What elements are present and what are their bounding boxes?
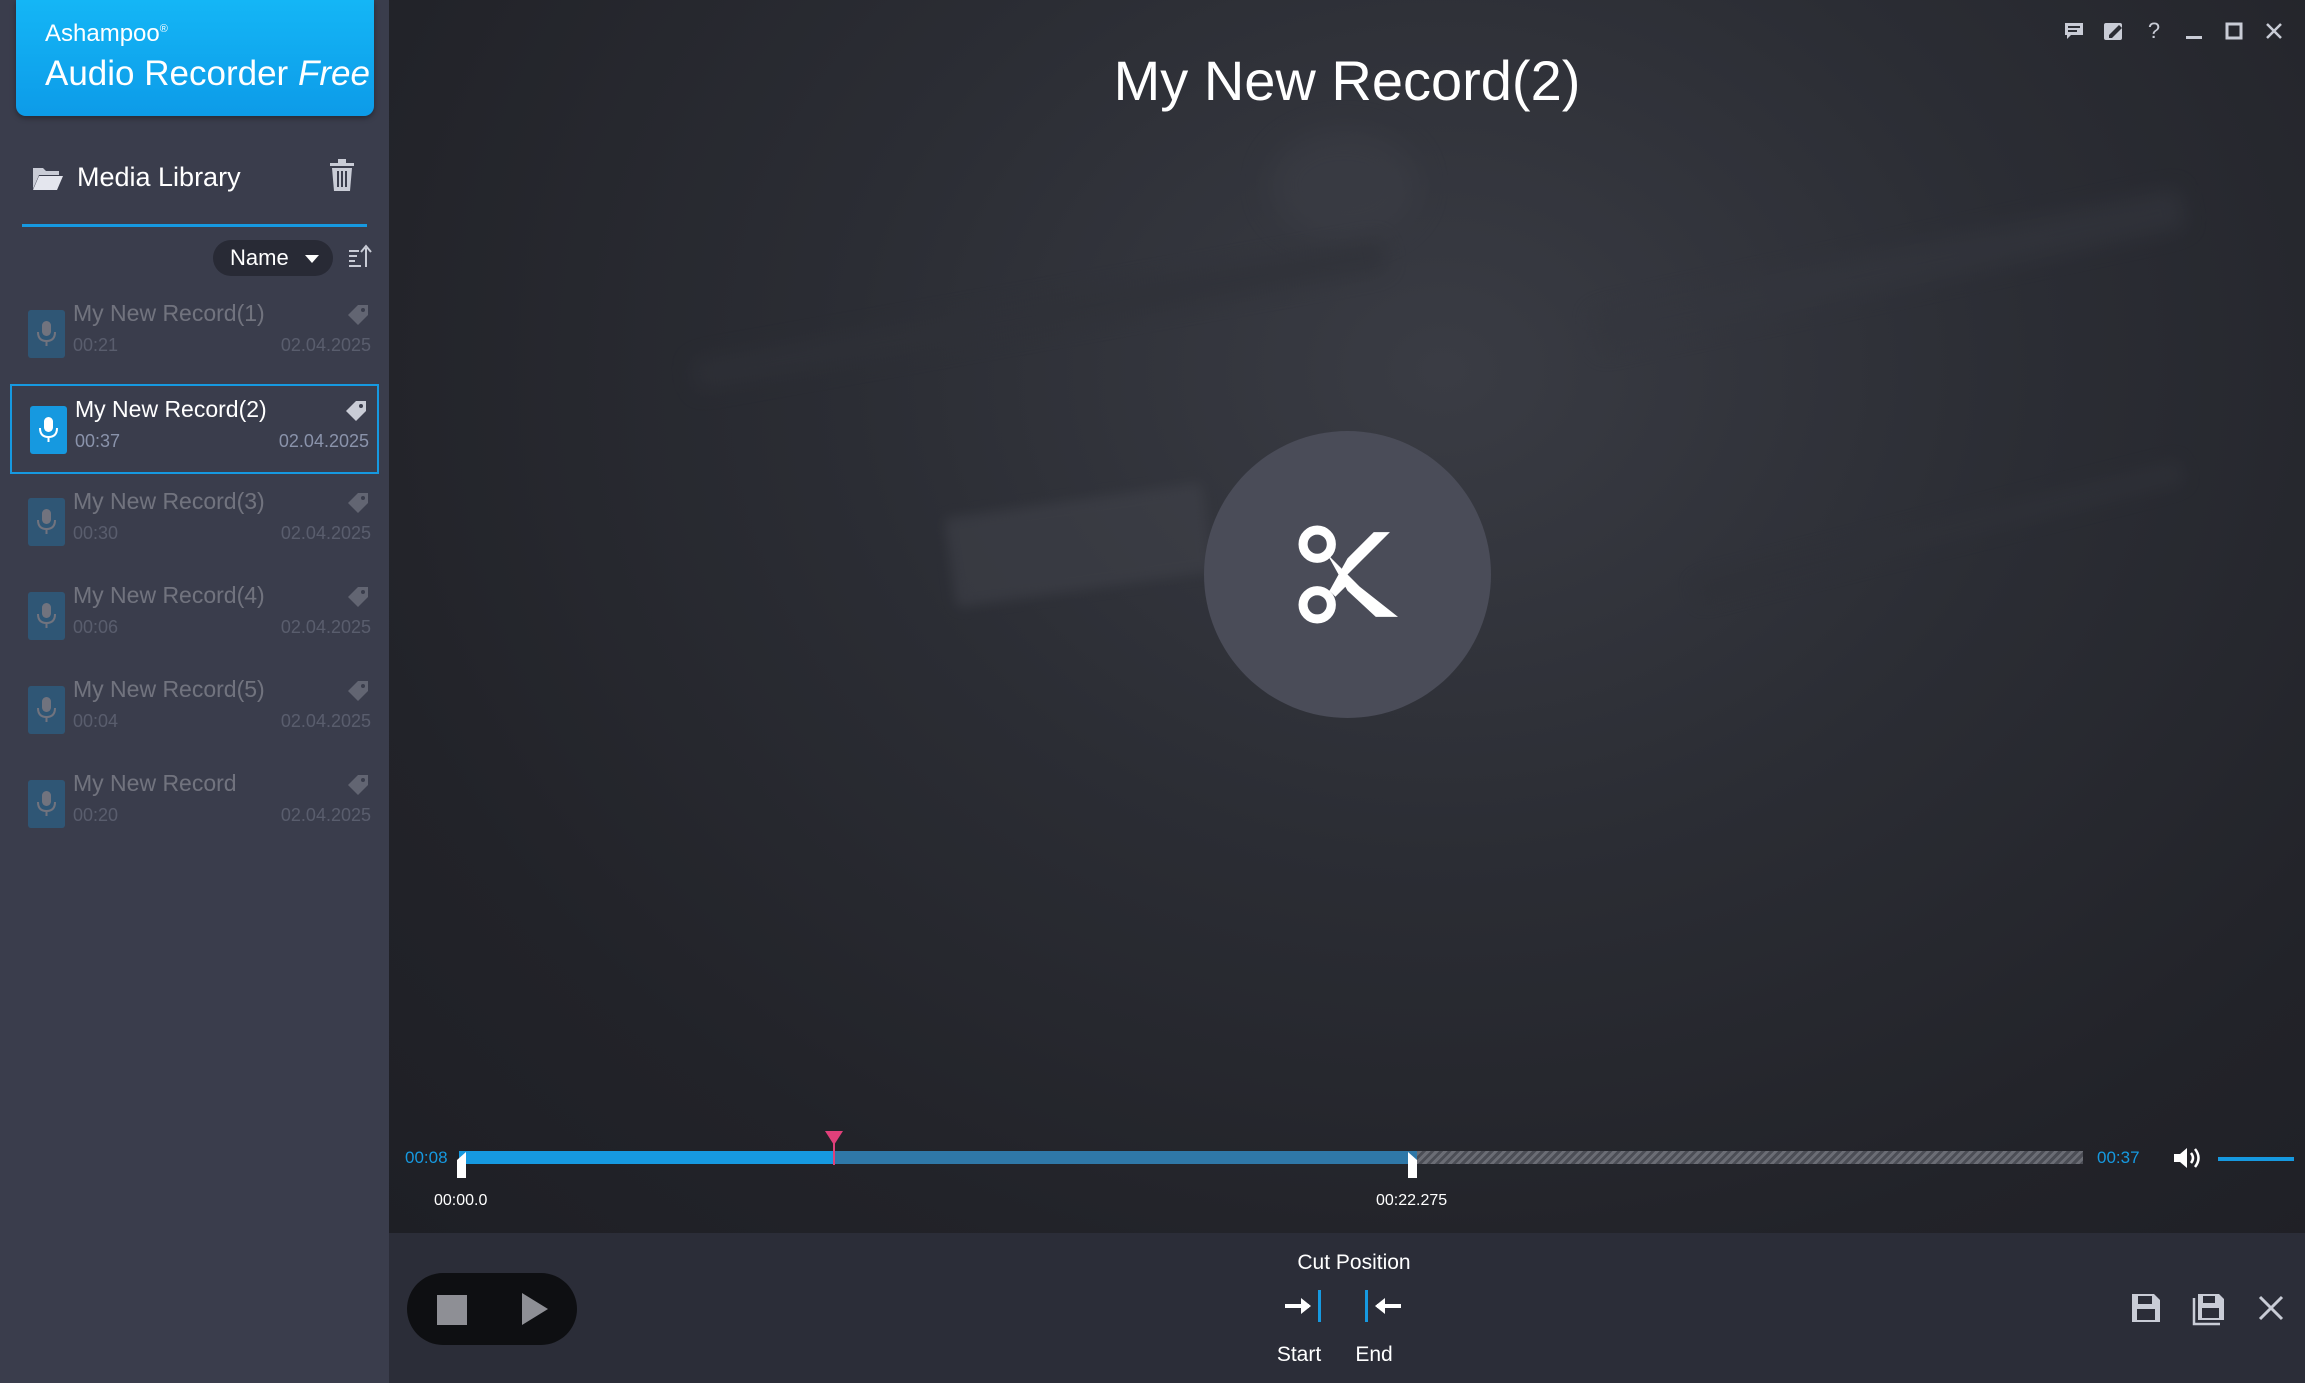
recording-duration: 00:30	[73, 523, 119, 543]
recording-item[interactable]: My New Record 00:20 02.04.2025	[10, 760, 379, 850]
media-library-header: Media Library	[22, 152, 367, 227]
played-progress	[459, 1151, 833, 1164]
minimize-icon[interactable]	[2181, 18, 2207, 44]
bottom-bar: Cut Position Start End	[389, 1233, 2305, 1383]
playhead[interactable]	[833, 1131, 835, 1165]
cut-button[interactable]	[1204, 431, 1491, 718]
recording-title: My New Record	[73, 770, 237, 796]
recording-date: 02.04.2025	[280, 523, 371, 543]
save-as-icon[interactable]	[2192, 1292, 2226, 1326]
recording-title: My New Record(2)	[75, 396, 267, 422]
scissors-icon	[1298, 525, 1398, 624]
close-editor-icon[interactable]	[2257, 1294, 2285, 1322]
cut-start-time: 00:00.0	[434, 1192, 488, 1209]
media-library-label: Media Library	[77, 162, 241, 192]
tag-icon[interactable]	[347, 774, 369, 796]
total-time: 00:37	[2097, 1148, 2140, 1167]
recording-title: My New Record(1)	[73, 300, 265, 326]
volume-slider[interactable]	[2218, 1157, 2294, 1161]
play-button[interactable]	[522, 1293, 548, 1325]
logo-vendor: Ashampoo®	[45, 20, 168, 47]
tag-icon[interactable]	[345, 400, 367, 422]
close-icon[interactable]	[2261, 18, 2287, 44]
feedback-icon[interactable]	[2061, 18, 2087, 44]
record-title: My New Record(2)	[1113, 49, 1581, 112]
microphone-icon	[28, 592, 65, 640]
recording-item[interactable]: My New Record(3) 00:30 02.04.2025	[10, 478, 379, 568]
cut-start-marker[interactable]	[456, 1152, 466, 1178]
trash-icon[interactable]	[327, 158, 357, 192]
recording-title: My New Record(4)	[73, 582, 265, 608]
recording-title: My New Record(3)	[73, 488, 265, 514]
recording-date: 02.04.2025	[280, 617, 371, 637]
transport-controls	[407, 1273, 577, 1345]
recording-duration: 00:04	[73, 711, 119, 731]
set-cut-start-button[interactable]	[1283, 1286, 1327, 1326]
recording-date: 02.04.2025	[278, 431, 369, 451]
recording-duration: 00:37	[75, 431, 121, 451]
microphone-icon	[28, 310, 65, 358]
cut-start-label: Start	[1276, 1343, 1322, 1366]
editor-area: ? My New Record(2) 00:08 00:37 00:00.0 0…	[389, 0, 2305, 1233]
recording-date: 02.04.2025	[280, 805, 371, 825]
cut-end-marker[interactable]	[1408, 1152, 1418, 1178]
cut-end-label: End	[1355, 1343, 1393, 1366]
recording-item[interactable]: My New Record(4) 00:06 02.04.2025	[10, 572, 379, 662]
microphone-icon	[30, 406, 67, 454]
stop-button[interactable]	[437, 1295, 467, 1325]
microphone-icon	[28, 686, 65, 734]
set-cut-end-button[interactable]	[1359, 1286, 1403, 1326]
tag-icon[interactable]	[347, 680, 369, 702]
recording-duration: 00:20	[73, 805, 119, 825]
maximize-icon[interactable]	[2221, 18, 2247, 44]
sort-selected-value: Name	[230, 245, 289, 270]
recording-duration: 00:21	[73, 335, 119, 355]
microphone-icon	[28, 498, 65, 546]
app-logo: Ashampoo® Audio Recorder Free	[16, 0, 374, 116]
current-time: 00:08	[405, 1148, 448, 1167]
recording-title: My New Record(5)	[73, 676, 265, 702]
sort-order-icon[interactable]	[348, 244, 372, 270]
recording-item[interactable]: My New Record(1) 00:21 02.04.2025	[10, 290, 379, 380]
recording-date: 02.04.2025	[280, 335, 371, 355]
window-controls: ?	[2061, 16, 2287, 46]
recording-duration: 00:06	[73, 617, 119, 637]
volume-icon[interactable]	[2172, 1145, 2204, 1171]
cut-position-label: Cut Position	[1297, 1251, 1411, 1274]
recording-item[interactable]: My New Record(2) 00:37 02.04.2025	[10, 384, 379, 474]
folder-open-icon	[33, 168, 63, 190]
recording-item[interactable]: My New Record(5) 00:04 02.04.2025	[10, 666, 379, 756]
sort-dropdown[interactable]: Name	[213, 240, 333, 276]
microphone-icon	[28, 780, 65, 828]
logo-product: Audio Recorder Free	[45, 54, 370, 93]
tag-icon[interactable]	[347, 586, 369, 608]
chevron-down-icon	[305, 255, 319, 263]
save-icon[interactable]	[2130, 1292, 2162, 1324]
help-icon[interactable]: ?	[2141, 18, 2167, 44]
recording-date: 02.04.2025	[280, 711, 371, 731]
cut-end-time: 00:22.275	[1376, 1192, 1448, 1209]
tag-icon[interactable]	[347, 492, 369, 514]
sidebar: Ashampoo® Audio Recorder Free Media Libr…	[0, 0, 389, 1383]
edit-icon[interactable]	[2101, 18, 2127, 44]
tag-icon[interactable]	[347, 304, 369, 326]
